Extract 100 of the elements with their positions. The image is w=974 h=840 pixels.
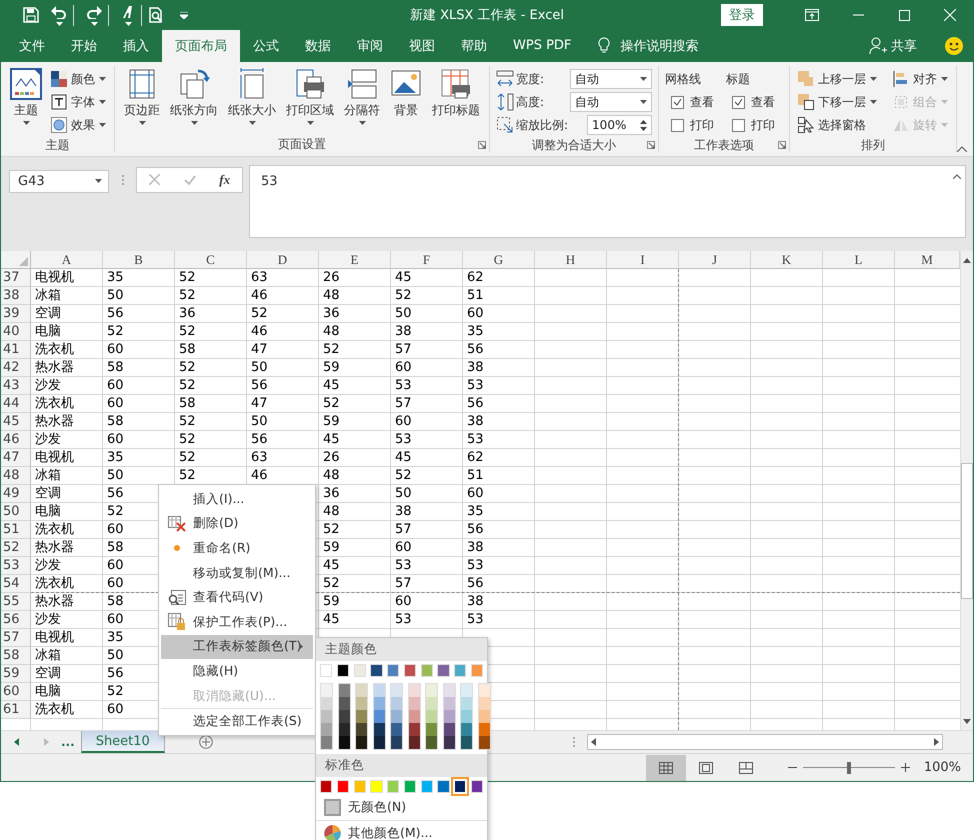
color-swatch[interactable] xyxy=(461,684,472,697)
row-header[interactable]: 54 xyxy=(1,575,31,594)
color-swatch[interactable] xyxy=(461,736,472,749)
row-header[interactable]: 49 xyxy=(1,485,31,504)
color-swatch[interactable] xyxy=(338,710,350,723)
row-header[interactable]: 51 xyxy=(1,521,31,540)
row-header[interactable]: 39 xyxy=(1,305,31,324)
column-header[interactable]: B xyxy=(103,251,175,270)
ribbon-button[interactable]: 打印区域 xyxy=(283,66,337,127)
color-swatch[interactable] xyxy=(354,664,366,677)
smiley-icon[interactable] xyxy=(945,36,963,55)
color-swatch[interactable] xyxy=(461,710,472,723)
color-swatch[interactable] xyxy=(338,697,350,710)
previous-sheet-icon[interactable] xyxy=(14,738,18,746)
save-icon[interactable] xyxy=(23,7,39,23)
color-swatch[interactable] xyxy=(444,736,454,749)
column-header[interactable]: L xyxy=(823,251,895,270)
column-header[interactable]: K xyxy=(751,251,823,270)
ribbon-tab[interactable]: 帮助 xyxy=(448,30,500,62)
color-swatch[interactable] xyxy=(444,697,454,710)
ribbon-button[interactable]: 上移一层 xyxy=(796,68,880,91)
spin-down-icon[interactable] xyxy=(640,126,648,131)
color-swatch[interactable] xyxy=(320,664,332,677)
color-swatch[interactable] xyxy=(391,710,402,723)
check-icon[interactable] xyxy=(184,174,196,185)
dialog-launcher-icon[interactable] xyxy=(647,140,656,149)
formula-field[interactable]: 53 xyxy=(249,164,966,238)
column-header[interactable]: J xyxy=(679,251,751,270)
maximize-icon[interactable] xyxy=(898,10,910,20)
color-swatch[interactable] xyxy=(374,697,384,710)
color-swatch[interactable] xyxy=(444,710,454,723)
ribbon-button[interactable]: 纸张大小 xyxy=(225,66,279,127)
color-swatch[interactable] xyxy=(444,684,454,697)
color-swatch[interactable] xyxy=(387,664,400,677)
color-swatch[interactable] xyxy=(321,697,332,710)
row-header[interactable]: 48 xyxy=(1,467,31,486)
color-swatch[interactable] xyxy=(374,723,384,736)
color-swatch[interactable] xyxy=(470,664,483,677)
row-header[interactable]: 59 xyxy=(1,665,31,684)
ribbon-tab[interactable]: 文件 xyxy=(1,30,58,62)
color-swatch[interactable] xyxy=(437,664,450,677)
color-swatch[interactable] xyxy=(356,684,367,697)
color-swatch[interactable] xyxy=(370,664,382,677)
scroll-right-icon[interactable] xyxy=(934,738,939,746)
zoom-in-icon[interactable] xyxy=(900,763,910,772)
sheet-tab[interactable]: Sheet10 xyxy=(80,731,165,754)
checkbox[interactable] xyxy=(732,118,746,132)
column-header[interactable]: I xyxy=(607,251,679,270)
menu-item[interactable]: 隐藏(H) xyxy=(161,659,313,684)
row-header[interactable]: 40 xyxy=(1,323,31,342)
color-swatch[interactable] xyxy=(370,780,382,793)
color-swatch[interactable] xyxy=(461,697,472,710)
color-swatch[interactable] xyxy=(387,780,400,793)
ribbon-tab[interactable]: 视图 xyxy=(396,30,448,62)
tell-me-search[interactable]: 操作说明搜索 xyxy=(620,36,698,55)
color-swatch[interactable] xyxy=(404,780,416,793)
color-swatch[interactable] xyxy=(461,723,472,736)
color-swatch[interactable] xyxy=(338,684,350,697)
spinner-field[interactable]: 100% xyxy=(587,115,652,136)
color-swatch[interactable] xyxy=(356,710,367,723)
close-icon[interactable] xyxy=(944,9,956,21)
scroll-down-icon[interactable] xyxy=(963,718,971,724)
menu-item[interactable]: 保护工作表(P)... xyxy=(161,610,313,635)
ribbon-tab[interactable]: 页面布局 xyxy=(162,30,240,62)
ribbon-tab[interactable]: 审阅 xyxy=(344,30,396,62)
ribbon-button[interactable]: 对齐 xyxy=(891,68,950,91)
color-swatch[interactable] xyxy=(356,723,367,736)
ribbon-tab[interactable]: 公式 xyxy=(240,30,292,62)
color-swatch[interactable] xyxy=(437,780,450,793)
share-button[interactable]: 共享 xyxy=(891,36,917,55)
row-header[interactable]: 37 xyxy=(1,269,31,288)
color-swatch[interactable] xyxy=(408,723,420,736)
spin-up-icon[interactable] xyxy=(640,120,648,124)
color-swatch[interactable] xyxy=(426,723,437,736)
color-swatch[interactable] xyxy=(321,723,332,736)
color-swatch[interactable] xyxy=(354,780,366,793)
menu-item[interactable]: 移动或复制(M)... xyxy=(161,560,313,586)
ribbon-button[interactable]: 效果 xyxy=(49,114,108,137)
ribbon-button[interactable]: 纸张方向 xyxy=(167,66,221,127)
color-swatch[interactable] xyxy=(420,780,433,793)
ribbon-button[interactable]: 背景 xyxy=(387,66,425,121)
ribbon-tab[interactable]: 数据 xyxy=(292,30,344,62)
row-header[interactable]: 47 xyxy=(1,449,31,468)
ribbon-button[interactable]: 颜色 xyxy=(49,68,108,91)
dialog-launcher-icon[interactable] xyxy=(778,140,786,149)
cancel-icon[interactable] xyxy=(148,174,160,186)
color-swatch[interactable] xyxy=(374,736,384,749)
scroll-left-icon[interactable] xyxy=(590,738,596,746)
row-header[interactable]: 42 xyxy=(1,359,31,378)
undo-icon[interactable] xyxy=(51,4,67,18)
color-swatch[interactable] xyxy=(391,684,402,697)
column-header[interactable]: D xyxy=(247,251,319,270)
scrollbar-thumb[interactable] xyxy=(961,463,973,600)
color-swatch[interactable] xyxy=(391,736,402,749)
color-swatch[interactable] xyxy=(356,736,367,749)
color-swatch[interactable] xyxy=(321,736,332,749)
ribbon-button[interactable]: 页边距 xyxy=(121,66,163,127)
name-box[interactable]: G43 xyxy=(9,170,109,193)
color-swatch[interactable] xyxy=(426,736,437,749)
row-header[interactable]: 38 xyxy=(1,287,31,306)
